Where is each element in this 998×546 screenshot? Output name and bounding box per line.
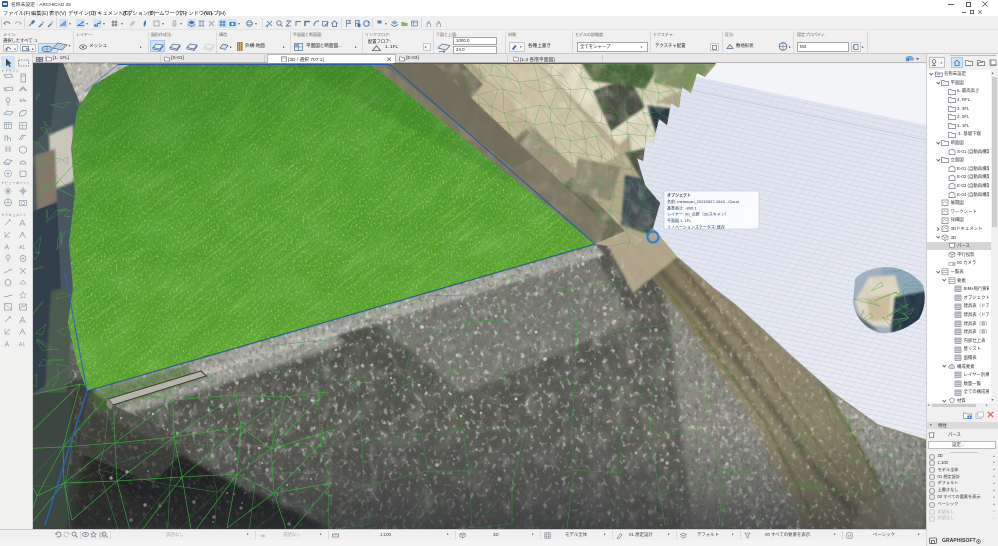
svg-text:A: A [4, 341, 9, 348]
svg-text:レイヤー: 00_点群（3Dスキャン）: レイヤー: 00_点群（3Dスキャン） [667, 211, 729, 217]
svg-text:A1: A1 [19, 342, 25, 348]
svg-text:平面図 1. 1FL: 平面図 1. 1FL [667, 218, 692, 223]
svg-text:名前: metascan_20210927-1543 - C: 名前: metascan_20210927-1543 - Cloud [667, 198, 739, 204]
svg-text:A: A [22, 329, 25, 334]
svg-text:A1: A1 [19, 245, 25, 251]
svg-text:A: A [22, 232, 25, 237]
svg-text:基準高さ: -890.1: 基準高さ: -890.1 [667, 204, 697, 210]
svg-text:リノベーションステータス: 既存: リノベーションステータス: 既存 [667, 224, 725, 230]
svg-text:オブジェクト: オブジェクト [667, 192, 691, 198]
svg-text:A: A [4, 245, 9, 252]
